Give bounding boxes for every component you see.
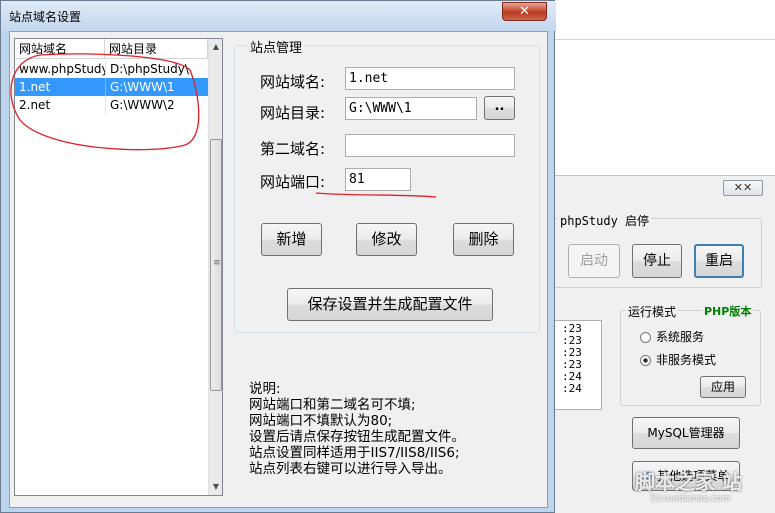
grip-icon: ≡ xyxy=(213,258,221,268)
delete-button[interactable]: 删除 xyxy=(453,223,514,256)
browse-button[interactable]: .. xyxy=(484,96,515,120)
dialog-close-button[interactable]: ✕ xyxy=(502,2,547,21)
site-list[interactable]: 网站域名 网站目录 www.phpStudy D:\phpStudy\ 1.ne… xyxy=(14,38,223,496)
mysql-manager-button[interactable]: MySQL管理器 xyxy=(632,417,740,449)
port-field[interactable]: 81 xyxy=(345,168,411,191)
row-dir: G:\WWW\2 xyxy=(110,98,175,112)
apply-button[interactable]: 应用 xyxy=(700,376,746,398)
edit-button[interactable]: 修改 xyxy=(356,223,417,256)
start-stop-title: phpStudy 启停 xyxy=(558,212,652,229)
restart-button[interactable]: 重启 xyxy=(694,244,744,278)
dialog-titlebar[interactable]: 站点域名设置 ✕ xyxy=(1,1,556,31)
notes: 说明: 网站端口和第二域名可不填; 网站端口不填默认为80; 设置后请点保存按钮… xyxy=(249,381,465,477)
radio-empty-icon xyxy=(640,332,651,343)
radio-checked-icon xyxy=(640,355,651,366)
table-row[interactable]: 2.net G:\WWW\2 xyxy=(15,96,208,114)
row-domain: www.phpStudy xyxy=(19,62,105,76)
phpstudy-main-panel: ✕✕ phpStudy 启停 启动 停止 重启 :23 :23 :23 :23 … xyxy=(546,175,775,513)
php-version-label[interactable]: PHP版本 xyxy=(702,303,754,319)
list-scrollbar[interactable]: ▲ ≡ ▼ xyxy=(208,39,222,495)
column-header-domain[interactable]: 网站域名 xyxy=(15,39,105,59)
column-header-dir[interactable]: 网站目录 xyxy=(105,39,208,59)
list-header: 网站域名 网站目录 xyxy=(15,39,208,59)
notes-line: 站点设置同样适用于IIS7/IIS8/IIS6; xyxy=(249,445,460,461)
port-label: 网站端口: xyxy=(260,173,326,191)
domain-field[interactable]: 1.net xyxy=(345,67,515,90)
log-area: :23 :23 :23 :23 :24 :24 xyxy=(552,320,602,410)
start-button[interactable]: 启动 xyxy=(568,244,620,278)
table-row[interactable]: 1.net G:\WWW\1 xyxy=(15,78,208,96)
table-row[interactable]: www.phpStudy D:\phpStudy\ xyxy=(15,60,208,78)
domain-label: 网站域名: xyxy=(260,73,326,91)
run-mode-title: 运行模式 xyxy=(626,303,679,320)
notes-line: 设置后请点保存按钮生成配置文件。 xyxy=(249,429,465,445)
second-domain-label: 第二域名: xyxy=(260,140,326,158)
scrollbar-thumb[interactable]: ≡ xyxy=(210,139,222,391)
background-window-top xyxy=(555,0,775,40)
notes-heading: 说明: xyxy=(249,381,281,397)
second-domain-field[interactable] xyxy=(345,134,515,157)
row-dir: D:\phpStudy\ xyxy=(110,62,189,76)
row-domain: 1.net xyxy=(19,80,51,94)
dir-label: 网站目录: xyxy=(260,104,326,122)
log-line: :24 xyxy=(562,382,582,395)
add-button[interactable]: 新增 xyxy=(261,223,322,256)
scroll-down-icon[interactable]: ▼ xyxy=(209,479,223,495)
radio-non-service-label: 非服务模式 xyxy=(656,353,717,367)
radio-system-service-label: 系统服务 xyxy=(656,330,705,344)
row-dir: G:\WWW\1 xyxy=(110,80,175,94)
row-domain: 2.net xyxy=(19,98,51,112)
radio-system-service[interactable]: 系统服务 xyxy=(640,328,704,345)
scroll-up-icon[interactable]: ▲ xyxy=(209,39,223,55)
notes-line: 网站端口和第二域名可不填; xyxy=(249,397,416,413)
watermark-text: 脚本之家 站 xyxy=(635,470,742,494)
dir-field[interactable]: G:\WWW\1 xyxy=(345,97,477,120)
save-config-button[interactable]: 保存设置并生成配置文件 xyxy=(287,288,493,321)
notes-line: 站点列表右键可以进行导入导出。 xyxy=(249,461,452,477)
stop-button[interactable]: 停止 xyxy=(632,244,682,278)
close-icon: ✕ xyxy=(519,4,530,19)
radio-non-service[interactable]: 非服务模式 xyxy=(640,351,716,368)
notes-line: 网站端口不填默认为80; xyxy=(249,413,393,429)
background-close-button[interactable]: ✕✕ xyxy=(723,180,763,196)
dialog-title: 站点域名设置 xyxy=(9,10,82,24)
site-domain-dialog: 站点域名设置 ✕ 网站域名 网站目录 www.phpStudy D:\phpSt… xyxy=(0,0,556,513)
watermark-url: 51xuedianao.com xyxy=(650,494,731,504)
site-management-title: 站点管理 xyxy=(248,37,305,56)
